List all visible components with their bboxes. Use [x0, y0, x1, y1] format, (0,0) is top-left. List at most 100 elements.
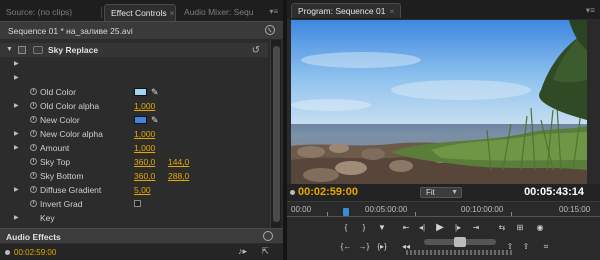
- step-back-icon[interactable]: ◂|: [415, 222, 429, 234]
- go-to-out-icon[interactable]: ⇥: [469, 222, 483, 234]
- export-icon[interactable]: ⇱: [261, 246, 269, 257]
- expand-triangle-icon[interactable]: ▶: [14, 141, 19, 155]
- tab-program[interactable]: Program: Sequence 01 ×: [291, 3, 402, 18]
- output-icon[interactable]: ◉: [533, 222, 547, 234]
- stopwatch-icon[interactable]: [30, 172, 37, 179]
- effect-header-row[interactable]: ▼ Sky Replace ↺: [0, 43, 268, 57]
- audio-effects-label: Audio Effects: [6, 232, 61, 242]
- ruler-tick-label: 00:05:00:00: [365, 205, 408, 214]
- tab-source[interactable]: Source: (no clips): [0, 4, 100, 21]
- ruler-tick-label: 00:15:00: [559, 205, 591, 214]
- eyedropper-icon[interactable]: ✎: [151, 113, 159, 127]
- stopwatch-icon[interactable]: [30, 88, 37, 95]
- expand-triangle-icon[interactable]: ▶: [14, 71, 19, 85]
- eyedropper-icon[interactable]: ✎: [151, 85, 159, 99]
- tab-audio-mixer[interactable]: Audio Mixer: Sequ: [178, 4, 262, 21]
- chevron-down-icon: ▼: [451, 189, 458, 196]
- property-row: ▶ Amount 1,000: [0, 141, 268, 155]
- show-timeline-icon[interactable]: [265, 25, 275, 35]
- property-label: Invert Grad: [40, 199, 83, 209]
- right-tab-bar: Program: Sequence 01 × ▾≡: [287, 0, 600, 19]
- property-value-x[interactable]: 360,0: [134, 169, 155, 183]
- property-value[interactable]: 1,000: [134, 127, 155, 141]
- property-row: Sky Top 360,0 144,0: [0, 155, 268, 169]
- stopwatch-icon[interactable]: [30, 116, 37, 123]
- zoom-select[interactable]: Fit ▼: [420, 187, 462, 198]
- playhead-indicator-icon: [5, 250, 10, 255]
- expand-triangle-icon[interactable]: ▶: [14, 211, 19, 225]
- extract-icon[interactable]: ⇪: [519, 241, 533, 253]
- stopwatch-icon[interactable]: [30, 200, 37, 207]
- safe-margins-icon[interactable]: ⊞: [513, 222, 527, 234]
- scrollbar-thumb[interactable]: [273, 46, 280, 222]
- property-value[interactable]: 1,000: [134, 141, 155, 155]
- play-in-to-out-icon[interactable]: {▸}: [375, 241, 389, 253]
- property-label: Sky Bottom: [40, 171, 84, 181]
- property-label: New Color alpha: [40, 129, 103, 139]
- stopwatch-icon[interactable]: [30, 130, 37, 137]
- jog-slider[interactable]: [424, 237, 496, 247]
- mark-in-icon[interactable]: {: [339, 222, 353, 234]
- reset-icon[interactable]: ↺: [252, 44, 260, 58]
- property-row: New Color ✎: [0, 113, 268, 127]
- property-value-y[interactable]: 144,0: [168, 155, 189, 169]
- audio-effects-header[interactable]: Audio Effects: [0, 228, 283, 243]
- property-value[interactable]: 5,00: [134, 183, 151, 197]
- effect-name: Sky Replace: [48, 45, 99, 55]
- video-frame-image: [291, 20, 587, 184]
- property-label: New Color: [40, 115, 80, 125]
- trim-icon[interactable]: ⌗: [539, 241, 553, 253]
- go-to-prev-marker-icon[interactable]: {←: [339, 241, 353, 253]
- go-to-next-marker-icon[interactable]: →}: [357, 241, 371, 253]
- property-row: ▶ Old Color alpha 1,000: [0, 99, 268, 113]
- property-row: Invert Grad: [0, 197, 268, 211]
- stopwatch-icon[interactable]: [30, 102, 37, 109]
- property-row: ▶ New Color alpha 1,000: [0, 127, 268, 141]
- program-monitor: Program: Sequence 01 × ▾≡ 00:02:59:00 Fi…: [287, 0, 600, 260]
- go-to-in-icon[interactable]: ⇤: [399, 222, 413, 234]
- audio-effects-toggle-icon[interactable]: [263, 231, 273, 241]
- shuttle-bar[interactable]: [406, 250, 512, 255]
- expand-triangle-icon[interactable]: ▶: [14, 99, 19, 113]
- jog-knob[interactable]: [454, 237, 466, 247]
- ruler-tick-label: 00:10:00:00: [461, 205, 504, 214]
- close-icon[interactable]: ×: [170, 8, 175, 18]
- expand-triangle-icon[interactable]: ▶: [14, 127, 19, 141]
- program-video-frame[interactable]: [291, 20, 587, 184]
- play-audio-icon[interactable]: ♪▸: [238, 246, 247, 257]
- time-ruler[interactable]: 00:00 00:05:00:00 00:10:00:00 00:15:00: [287, 201, 600, 217]
- property-value-x[interactable]: 360,0: [134, 155, 155, 169]
- property-value-y[interactable]: 288,0: [168, 169, 189, 183]
- old-color-swatch[interactable]: [134, 88, 147, 96]
- fx-toggle-checkbox[interactable]: [18, 46, 26, 54]
- step-forward-icon[interactable]: |▸: [451, 222, 465, 234]
- tab-divider: [101, 7, 102, 18]
- playhead-marker[interactable]: [343, 208, 349, 216]
- play-icon[interactable]: ▶: [433, 222, 447, 234]
- left-tab-bar: Source: (no clips) Effect Controls × Audi…: [0, 0, 283, 21]
- property-label: Old Color: [40, 87, 76, 97]
- mark-out-icon[interactable]: }: [357, 222, 371, 234]
- fx-badge-icon: [33, 46, 43, 54]
- close-icon[interactable]: ×: [389, 6, 394, 16]
- panel-menu-icon[interactable]: ▾≡: [586, 5, 595, 16]
- panel-menu-icon[interactable]: ▾≡: [269, 7, 278, 16]
- stopwatch-icon[interactable]: [30, 144, 37, 151]
- invert-grad-checkbox[interactable]: [134, 200, 141, 207]
- stopwatch-icon[interactable]: [30, 158, 37, 165]
- expand-triangle-icon[interactable]: ▶: [14, 57, 19, 71]
- property-value[interactable]: 1,000: [134, 99, 155, 113]
- tab-effect-controls[interactable]: Effect Controls ×: [104, 4, 176, 21]
- sequence-header: Sequence 01 * на_заливе 25.avi: [0, 21, 283, 39]
- current-timecode[interactable]: 00:02:59:00: [298, 186, 358, 198]
- vertical-scrollbar[interactable]: [270, 40, 281, 228]
- property-row: ▶ Key: [0, 211, 268, 225]
- stopwatch-icon[interactable]: [30, 186, 37, 193]
- new-color-swatch[interactable]: [134, 116, 147, 124]
- effect-controls-timecode[interactable]: 00:02:59:00: [14, 248, 56, 257]
- loop-icon[interactable]: ⇆: [495, 222, 509, 234]
- playhead-indicator-icon: [290, 190, 295, 195]
- expand-triangle-icon[interactable]: ▶: [14, 183, 19, 197]
- set-marker-icon[interactable]: ▼: [375, 222, 389, 234]
- expand-triangle-icon[interactable]: ▼: [6, 43, 13, 57]
